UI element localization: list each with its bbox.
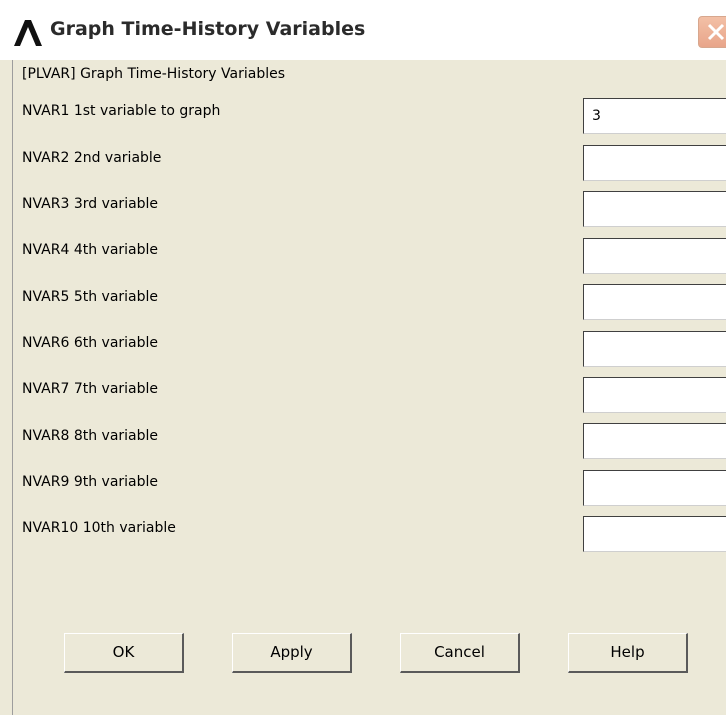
dialog-window: Graph Time-History Variables [PLVAR] Gra…: [0, 0, 726, 715]
nvar3-label: NVAR3 3rd variable: [22, 196, 159, 212]
nvar6-input[interactable]: [583, 331, 726, 367]
nvar10-label: NVAR10 10th variable: [22, 520, 176, 536]
nvar6-label: NVAR6 6th variable: [22, 335, 159, 351]
title-bar[interactable]: Graph Time-History Variables: [0, 0, 726, 60]
nvar8-input[interactable]: [583, 423, 726, 459]
nvar9-label: NVAR9 9th variable: [22, 474, 159, 490]
nvar7-input[interactable]: [583, 377, 726, 413]
nvar2-input[interactable]: [583, 145, 726, 181]
apply-button[interactable]: Apply: [232, 633, 352, 673]
nvar2-label: NVAR2 2nd variable: [22, 150, 162, 166]
nvar5-input[interactable]: [583, 284, 726, 320]
nvar7-label: NVAR7 7th variable: [22, 381, 159, 397]
nvar4-label: NVAR4 4th variable: [22, 242, 159, 258]
nvar3-input[interactable]: [583, 191, 726, 227]
cancel-button[interactable]: Cancel: [400, 633, 520, 673]
help-button[interactable]: Help: [568, 633, 688, 673]
nvar4-input[interactable]: [583, 238, 726, 274]
nvar5-label: NVAR5 5th variable: [22, 289, 159, 305]
window-title: Graph Time-History Variables: [50, 18, 366, 40]
ok-button[interactable]: OK: [64, 633, 184, 673]
command-heading: [PLVAR] Graph Time-History Variables: [22, 66, 286, 82]
close-icon: [707, 23, 725, 41]
nvar8-label: NVAR8 8th variable: [22, 428, 159, 444]
close-button[interactable]: [698, 16, 726, 48]
nvar1-input[interactable]: [583, 98, 726, 134]
nvar10-input[interactable]: [583, 516, 726, 552]
nvar9-input[interactable]: [583, 470, 726, 506]
nvar1-label: NVAR1 1st variable to graph: [22, 103, 221, 119]
ansys-logo-icon: [14, 20, 42, 46]
